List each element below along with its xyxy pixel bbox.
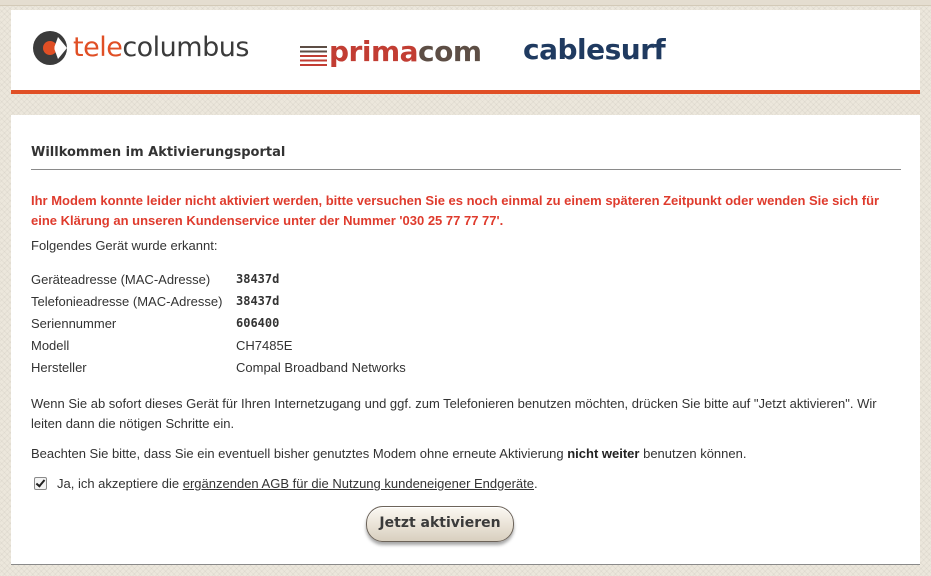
- activation-instructions: Wenn Sie ab sofort dieses Gerät für Ihre…: [31, 396, 877, 431]
- table-row: Hersteller Compal Broadband Networks: [31, 356, 406, 378]
- table-row: Telefonieadresse (MAC-Adresse) 38437d: [31, 290, 406, 312]
- title-divider: [31, 169, 901, 170]
- agb-checkbox[interactable]: [34, 477, 47, 490]
- cablesurf-wordmark: cablesurf: [523, 33, 666, 66]
- agb-consent: Ja, ich akzeptiere die ergänzenden AGB f…: [34, 476, 538, 491]
- brand-header: telecolumbus primacom cablesurf: [11, 10, 920, 94]
- agb-consent-text: Ja, ich akzeptiere die: [57, 476, 180, 491]
- primacom-wordmark-part1: prima: [329, 35, 419, 68]
- agb-consent-end: .: [534, 476, 538, 491]
- telecolumbus-wordmark-part1: tele: [73, 32, 123, 63]
- primacom-stripes-icon: [300, 46, 327, 66]
- primacom-wordmark-part2: com: [418, 35, 482, 68]
- telecolumbus-wordmark: telecolumbus: [73, 28, 249, 68]
- primacom-wordmark: primacom: [329, 32, 482, 72]
- table-row: Geräteadresse (MAC-Adresse) 38437d: [31, 268, 406, 290]
- mac-address-value: 38437d: [236, 272, 280, 286]
- telephony-address-value: 38437d: [236, 294, 280, 308]
- activate-button[interactable]: Jetzt aktivieren: [366, 506, 514, 542]
- device-info-table: Geräteadresse (MAC-Adresse) 38437d Telef…: [31, 268, 406, 378]
- manufacturer-label: Hersteller: [31, 359, 87, 375]
- telecolumbus-logo: telecolumbus: [31, 28, 249, 68]
- agb-link[interactable]: ergänzenden AGB für die Nutzung kundenei…: [183, 476, 534, 491]
- activation-panel: Willkommen im Aktivierungsportal Ihr Mod…: [11, 115, 920, 565]
- model-value: CH7485E: [236, 337, 293, 353]
- top-border: [0, 0, 931, 6]
- primacom-logo: primacom: [300, 32, 482, 72]
- manufacturer-value: Compal Broadband Networks: [236, 359, 406, 375]
- mac-address-label: Geräteadresse (MAC-Adresse): [31, 271, 211, 287]
- telecolumbus-wordmark-part2: columbus: [122, 32, 249, 63]
- table-row: Modell CH7485E: [31, 334, 406, 356]
- serial-number-label: Seriennummer: [31, 315, 117, 331]
- modem-warning-emphasis: nicht weiter: [567, 446, 640, 461]
- cablesurf-logo: cablesurf: [523, 30, 666, 70]
- model-label: Modell: [31, 337, 70, 353]
- table-row: Seriennummer 606400: [31, 312, 406, 334]
- telephony-address-label: Telefonieadresse (MAC-Adresse): [31, 293, 223, 309]
- detected-device-label: Folgendes Gerät wurde erkannt:: [31, 238, 218, 253]
- error-message: Ihr Modem konnte leider nicht aktiviert …: [31, 193, 880, 228]
- modem-warning: Beachten Sie bitte, dass Sie ein eventue…: [31, 444, 891, 464]
- modem-warning-text: Beachten Sie bitte, dass Sie ein eventue…: [31, 446, 568, 461]
- telecolumbus-mark-icon: [33, 31, 67, 65]
- serial-number-value: 606400: [236, 316, 280, 330]
- page-title: Willkommen im Aktivierungsportal: [31, 145, 286, 160]
- modem-warning-text-end: benutzen können.: [639, 446, 747, 461]
